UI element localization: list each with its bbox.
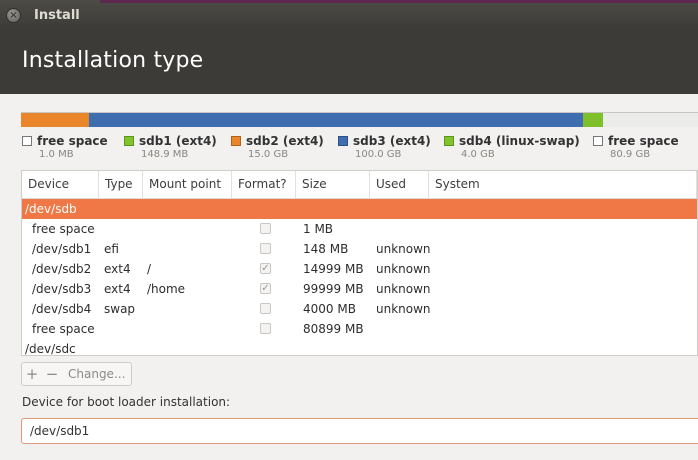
window-title: Install [34, 8, 80, 23]
legend-label: sdb2 (ext4) [246, 134, 324, 148]
legend-name: sdb4 (linux-swap) [444, 134, 580, 148]
column-header-mount-point[interactable]: Mount point [143, 171, 232, 198]
size-cell: 1 MB [303, 222, 334, 236]
table-row[interactable]: /dev/sdb2 ext4 / 14999 MB unknown ✓ [22, 259, 697, 279]
boot-loader-label: Device for boot loader installation: [22, 395, 231, 409]
used-cell: unknown [376, 302, 431, 316]
type-cell: ext4 [104, 282, 131, 296]
legend-item: free space 1.0 MB [22, 134, 108, 160]
format-checkbox[interactable]: ✓ [260, 263, 271, 274]
legend-label: sdb4 (linux-swap) [459, 134, 580, 148]
legend-item: sdb3 (ext4) 100.0 GB [338, 134, 431, 160]
legend-swatch [338, 136, 348, 146]
legend-size: 80.9 GB [610, 149, 651, 160]
table-row[interactable]: /dev/sdb1 efi 148 MB unknown [22, 239, 697, 259]
partition-table[interactable]: Device Type Mount point Format? Size Used Syst… [21, 170, 698, 356]
device-cell: /dev/sdb4 [32, 302, 92, 316]
table-header: Device Type Mount point Format? Size Used Syst… [22, 171, 697, 199]
legend-label: sdb3 (ext4) [353, 134, 431, 148]
remove-partition-button[interactable]: − [42, 365, 62, 383]
add-partition-button[interactable]: + [22, 365, 42, 383]
title-bar: × Install [0, 0, 698, 30]
mount-point-cell: /home [147, 282, 186, 296]
column-header-size[interactable]: Size [296, 171, 370, 198]
desktop-edge [100, 0, 698, 3]
type-cell: efi [104, 242, 119, 256]
table-row[interactable]: free space 80899 MB [22, 319, 697, 339]
boot-loader-select[interactable]: /dev/sdb1 [21, 418, 698, 444]
partition-bar-segment-sdb4 [582, 113, 604, 127]
legend-swatch [22, 136, 32, 146]
legend-label: free space [37, 134, 108, 148]
legend-swatch [124, 136, 134, 146]
legend-size: 15.0 GB [248, 149, 289, 160]
format-checkbox[interactable] [260, 303, 271, 314]
device-cell: free space [32, 222, 95, 236]
close-icon[interactable]: × [7, 9, 20, 22]
partition-bar-segment-free [603, 113, 698, 127]
size-cell: 4000 MB [303, 302, 356, 316]
legend-item: free space 80.9 GB [593, 134, 679, 160]
page-title: Installation type [22, 48, 204, 73]
partition-bar-segment-sdb3 [88, 113, 583, 127]
mount-point-cell: / [147, 262, 152, 276]
column-header-used[interactable]: Used [370, 171, 429, 198]
legend-name: sdb3 (ext4) [338, 134, 431, 148]
table-row[interactable]: /dev/sdb [22, 199, 697, 219]
page-header: Installation type [0, 30, 698, 94]
legend-size: 100.0 GB [355, 149, 402, 160]
column-header-format[interactable]: Format? [232, 171, 296, 198]
legend-name: free space [22, 134, 108, 148]
partition-bar-segment-sdb2 [21, 113, 89, 127]
type-cell: swap [104, 302, 136, 316]
table-row[interactable]: /dev/sdb4 swap 4000 MB unknown [22, 299, 697, 319]
partition-bar [21, 112, 698, 127]
legend-size: 4.0 GB [461, 149, 495, 160]
legend-swatch [593, 136, 603, 146]
legend-size: 148.9 MB [141, 149, 189, 160]
type-cell: ext4 [104, 262, 131, 276]
format-checkbox[interactable] [260, 243, 271, 254]
legend-label: sdb1 (ext4) [139, 134, 217, 148]
legend-item: sdb4 (linux-swap) 4.0 GB [444, 134, 580, 160]
column-header-system[interactable]: System [429, 171, 697, 198]
partition-tools: + − Change... [21, 362, 132, 386]
used-cell: unknown [376, 282, 431, 296]
legend-swatch [444, 136, 454, 146]
device-cell: /dev/sdb1 [32, 242, 92, 256]
device-cell: /dev/sdb [25, 202, 77, 216]
installer-window: × Install Installation type free space 1.… [0, 0, 698, 460]
table-row[interactable]: /dev/sdb3 ext4/home 99999 MB unknown ✓ [22, 279, 697, 299]
device-cell: /dev/sdc [25, 342, 76, 356]
size-cell: 148 MB [303, 242, 349, 256]
size-cell: 80899 MB [303, 322, 364, 336]
legend-name: sdb2 (ext4) [231, 134, 324, 148]
legend-name: free space [593, 134, 679, 148]
device-cell: /dev/sdb2 [32, 262, 92, 276]
legend-swatch [231, 136, 241, 146]
used-cell: unknown [376, 262, 431, 276]
legend-label: free space [608, 134, 679, 148]
change-partition-button[interactable]: Change... [62, 367, 125, 381]
column-header-type[interactable]: Type [99, 171, 143, 198]
format-checkbox[interactable]: ✓ [260, 283, 271, 294]
format-checkbox[interactable] [260, 323, 271, 334]
legend-name: sdb1 (ext4) [124, 134, 217, 148]
device-cell: free space [32, 322, 95, 336]
used-cell: unknown [376, 242, 431, 256]
column-header-device[interactable]: Device [22, 171, 99, 198]
size-cell: 99999 MB [303, 282, 364, 296]
table-row[interactable]: /dev/sdc [22, 339, 697, 356]
device-cell: /dev/sdb3 [32, 282, 92, 296]
size-cell: 14999 MB [303, 262, 364, 276]
legend-item: sdb2 (ext4) 15.0 GB [231, 134, 324, 160]
table-row[interactable]: free space 1 MB [22, 219, 697, 239]
legend-item: sdb1 (ext4) 148.9 MB [124, 134, 217, 160]
legend-size: 1.0 MB [39, 149, 74, 160]
format-checkbox[interactable] [260, 223, 271, 234]
